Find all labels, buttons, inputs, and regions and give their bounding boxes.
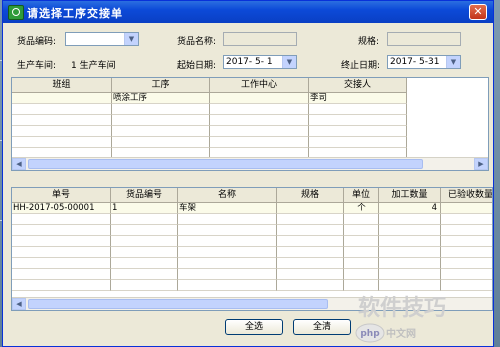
process-grid-header: 班组 工序 工作中心 交接人 [12, 78, 407, 93]
cell-team [12, 93, 112, 104]
cell-qty: 4 [379, 203, 441, 214]
watermark-text: 软件技巧 [358, 296, 447, 321]
end-date-picker[interactable]: 2017- 5-31 ▼ [387, 55, 461, 69]
order-grid-header: 单号 货品编号 名称 规格 单位 加工数量 已验收数量 [12, 188, 492, 203]
table-row[interactable] [12, 269, 492, 280]
table-row[interactable] [12, 104, 407, 115]
chevron-down-icon[interactable]: ▼ [282, 56, 296, 68]
cell-handover: 李司 [309, 93, 407, 104]
table-row[interactable] [12, 258, 492, 269]
column-header[interactable]: 货品编号 [111, 188, 178, 202]
cell-spec [277, 203, 344, 214]
scroll-right-icon[interactable]: ▶ [474, 158, 488, 170]
cell-unit: 个 [344, 203, 379, 214]
column-header[interactable]: 加工数量 [379, 188, 441, 202]
table-row[interactable] [12, 236, 492, 247]
svg-text:中文网: 中文网 [386, 327, 416, 340]
product-name-label: 货品名称: [177, 37, 217, 47]
workshop-value: 1 生产车间 [71, 61, 116, 71]
svg-text:php: php [360, 329, 380, 339]
scroll-thumb[interactable] [28, 159, 423, 169]
table-row[interactable]: HH-2017-05-00001 1 车架 个 4 [12, 203, 492, 214]
select-all-button[interactable]: 全选 [225, 319, 283, 335]
workshop-label: 生产车间: [17, 61, 57, 71]
process-grid[interactable]: 班组 工序 工作中心 交接人 喷涂工序 李司 ◀ ▶ [11, 77, 489, 171]
horizontal-scrollbar[interactable]: ◀ ▶ [12, 157, 488, 170]
spec-label: 规格: [358, 37, 380, 47]
product-name-field[interactable] [223, 32, 297, 46]
column-header[interactable]: 已验收数量 [441, 188, 492, 202]
chevron-down-icon[interactable]: ▼ [124, 33, 138, 45]
chevron-down-icon[interactable]: ▼ [446, 56, 460, 68]
column-header[interactable]: 工序 [112, 78, 210, 92]
column-header[interactable]: 名称 [178, 188, 277, 202]
close-icon: ✕ [473, 5, 483, 18]
column-header[interactable]: 班组 [12, 78, 112, 92]
table-row[interactable] [12, 126, 407, 137]
start-date-picker[interactable]: 2017- 5- 1 ▼ [223, 55, 297, 69]
end-date-value: 2017- 5-31 [390, 57, 440, 67]
cell-code: 1 [111, 203, 178, 214]
column-header[interactable]: 交接人 [309, 78, 407, 92]
column-header[interactable]: 单号 [12, 188, 111, 202]
php-logo-icon: php 中文网 [355, 323, 416, 343]
column-header[interactable]: 规格 [277, 188, 344, 202]
column-header[interactable]: 单位 [344, 188, 379, 202]
title-bar[interactable]: 请选择工序交接单 ✕ [3, 1, 493, 23]
table-row[interactable] [12, 225, 492, 236]
window-title: 请选择工序交接单 [27, 7, 123, 20]
clear-all-button[interactable]: 全清 [293, 319, 351, 335]
table-row[interactable] [12, 137, 407, 148]
table-row[interactable] [12, 247, 492, 258]
spec-field[interactable] [387, 32, 461, 46]
close-button[interactable]: ✕ [469, 4, 487, 20]
product-code-dropdown[interactable]: ▼ [65, 32, 139, 46]
cell-name: 车架 [178, 203, 277, 214]
start-date-label: 起始日期: [177, 61, 217, 71]
cell-order-no: HH-2017-05-00001 [12, 203, 111, 214]
table-row[interactable] [12, 115, 407, 126]
scroll-thumb[interactable] [28, 299, 328, 309]
scroll-left-icon[interactable]: ◀ [12, 158, 26, 170]
cell-work-center [210, 93, 309, 104]
product-code-label: 货品编码: [17, 37, 57, 47]
app-icon [8, 5, 24, 20]
table-row[interactable]: 喷涂工序 李司 [12, 93, 407, 104]
cell-process: 喷涂工序 [112, 93, 210, 104]
table-row[interactable] [12, 214, 492, 225]
scroll-left-icon[interactable]: ◀ [12, 298, 26, 310]
end-date-label: 终止日期: [341, 61, 381, 71]
cell-accepted [441, 203, 492, 214]
column-header[interactable]: 工作中心 [210, 78, 309, 92]
start-date-value: 2017- 5- 1 [226, 57, 273, 67]
